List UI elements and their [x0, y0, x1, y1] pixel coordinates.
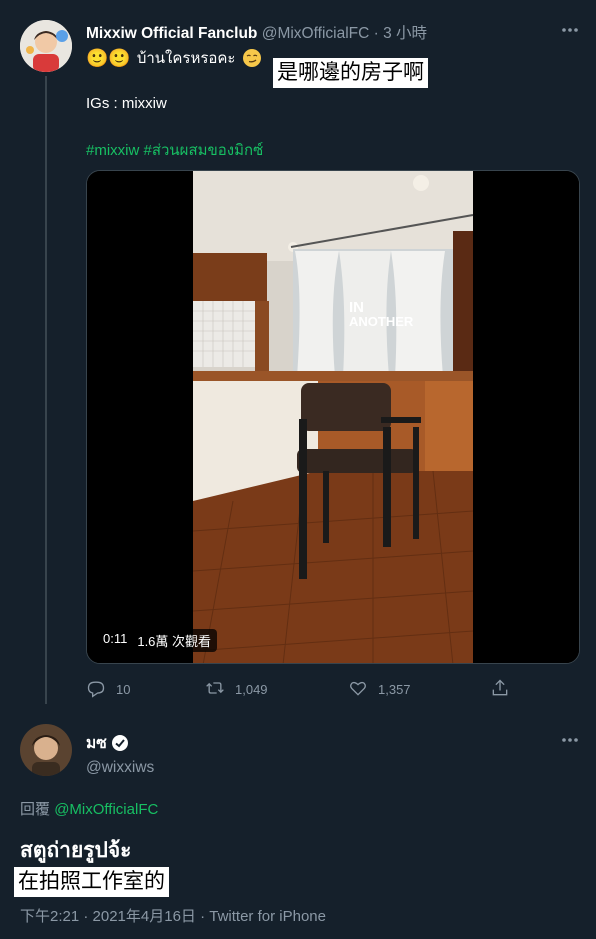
display-name[interactable]: Mixxiw Official Fanclub: [86, 25, 257, 42]
reply-header: มซ @wixxiws: [86, 730, 154, 777]
tweet-header: Mixxiw Official Fanclub @MixOfficialFC ·…: [86, 21, 427, 43]
retweet-icon: [205, 678, 225, 701]
video-stats-badge: 0:11 1.6萬 次觀看: [97, 629, 218, 652]
share-button[interactable]: [490, 678, 510, 701]
retweet-count: 1,049: [235, 682, 268, 697]
watermark-top: IN: [349, 299, 364, 316]
replying-to: 回覆 @MixOfficialFC: [20, 798, 158, 819]
like-icon: [348, 678, 368, 701]
hashtags[interactable]: #mixxiw #ส่วนผสมของมิกซ์: [86, 138, 263, 162]
separator: ·: [373, 25, 379, 42]
reply-button[interactable]: 10: [86, 678, 130, 701]
timestamp[interactable]: 3 小時: [383, 25, 427, 42]
like-count: 1,357: [378, 682, 411, 697]
reply-count: 10: [116, 682, 131, 697]
video-watermark: IN ANOTHER: [349, 299, 414, 329]
translation-overlay-2: 在拍照工作室的: [14, 867, 169, 897]
share-icon: [490, 678, 510, 701]
tweet-first-line: 🙂🙂 บ้านใครหรอคะ: [86, 46, 262, 70]
smirk-emoji-icon: [242, 48, 262, 68]
translation-overlay-1: 是哪邊的房子啊: [273, 58, 428, 88]
reply-icon: [86, 678, 106, 701]
video-views: 1.6萬 次觀看: [137, 634, 212, 649]
video-player[interactable]: IN ANOTHER 0:11 1.6萬 次觀看: [86, 170, 580, 664]
replying-to-handle[interactable]: @MixOfficialFC: [54, 801, 158, 818]
replying-to-label: 回覆: [20, 801, 51, 818]
reply-display-name[interactable]: มซ: [86, 730, 107, 755]
video-duration: 0:11: [103, 631, 128, 646]
video-frame: [87, 171, 579, 663]
reply-meta[interactable]: 下午2:21 · 2021年4月16日 · Twitter for iPhone: [20, 905, 326, 926]
reply-handle[interactable]: @wixxiws: [86, 759, 154, 777]
reply-avatar[interactable]: [20, 724, 72, 776]
emoji-faces: 🙂🙂: [86, 47, 131, 68]
retweet-button[interactable]: 1,049: [205, 678, 268, 701]
thai-text: บ้านใครหรอคะ: [136, 50, 236, 67]
thread-line: [45, 76, 47, 704]
verified-icon: [111, 734, 129, 752]
reply-text: สตูถ่ายรูปจ้ะ: [20, 839, 132, 862]
like-button[interactable]: 1,357: [348, 678, 411, 701]
more-icon[interactable]: [560, 20, 580, 45]
fanclub-avatar[interactable]: [20, 20, 72, 72]
handle[interactable]: @MixOfficialFC: [262, 25, 370, 42]
igs-line: IGs : mixxiw: [86, 95, 167, 112]
watermark-bottom: ANOTHER: [349, 314, 414, 329]
reply-more-icon[interactable]: [560, 730, 580, 755]
